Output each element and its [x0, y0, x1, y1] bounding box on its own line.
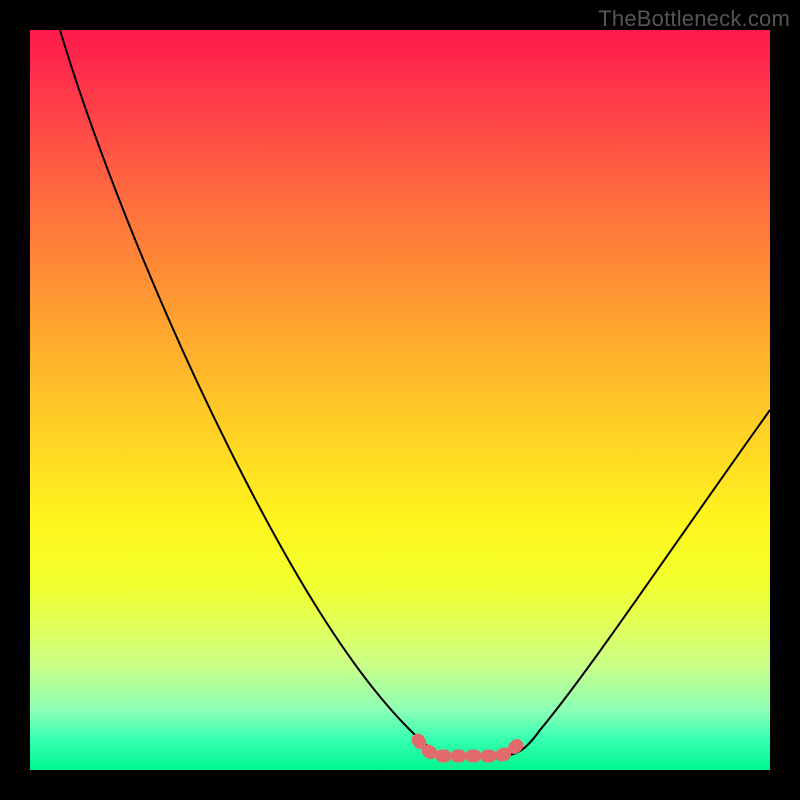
bottleneck-curve-path: [60, 30, 770, 756]
chart-frame: TheBottleneck.com: [0, 0, 800, 800]
bottleneck-curve-svg: [30, 30, 770, 770]
plot-area: [30, 30, 770, 770]
watermark-text: TheBottleneck.com: [598, 6, 790, 32]
optimal-range-marker: [418, 740, 522, 756]
